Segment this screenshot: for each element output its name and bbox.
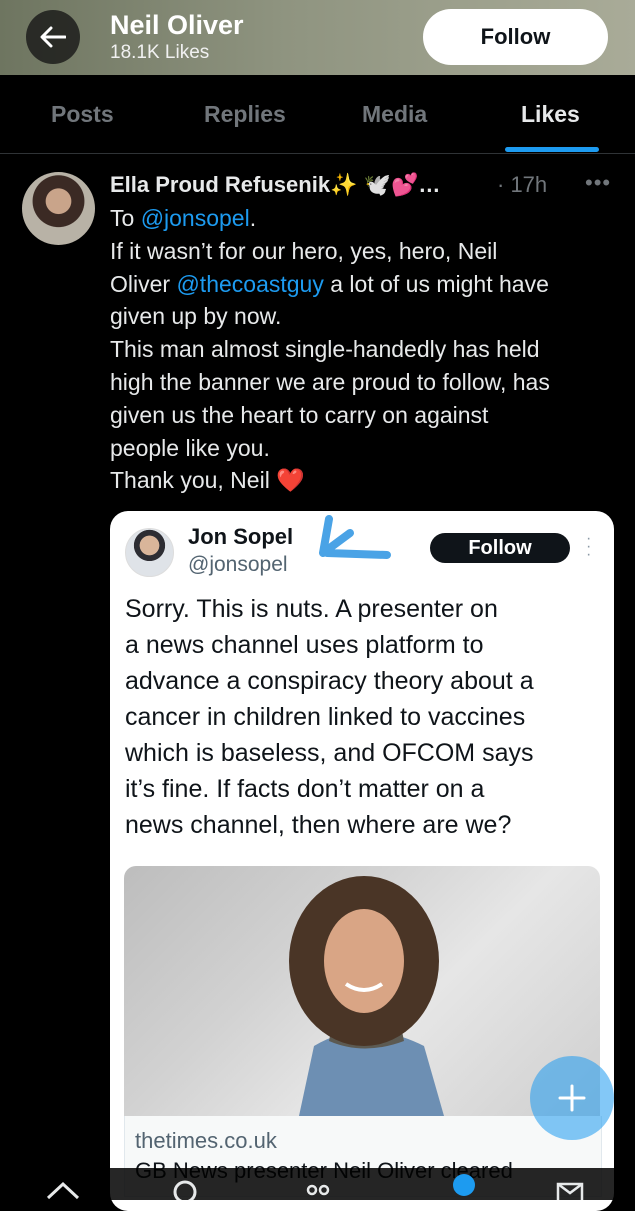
tweet-line: given us the heart to carry on against	[110, 401, 489, 428]
embedded-line: a news channel uses platform to	[125, 631, 484, 659]
follow-button[interactable]: Follow	[423, 9, 608, 65]
embedded-line: advance a conspiracy theory about a	[125, 667, 534, 695]
link-domain: thetimes.co.uk	[135, 1128, 277, 1153]
tab-posts[interactable]: Posts	[51, 101, 114, 128]
notifications-badge[interactable]	[453, 1174, 475, 1196]
tweet-text: To @jonsopel. If it wasn’t for our hero,…	[110, 202, 625, 497]
bottom-navigation	[0, 1168, 635, 1200]
plus-icon	[558, 1084, 586, 1112]
back-button[interactable]	[26, 10, 80, 64]
back-arrow-icon	[40, 26, 66, 48]
tweet-line: To @jonsopel.	[110, 202, 625, 235]
text-span: a lot of us might have	[323, 270, 549, 297]
messages-icon[interactable]	[555, 1180, 585, 1200]
tweet-line: This man almost single-handedly has held	[110, 336, 540, 363]
search-icon[interactable]	[170, 1180, 200, 1200]
text-span: To	[110, 205, 141, 231]
profile-header: Neil Oliver 18.1K Likes Follow	[0, 0, 635, 75]
tweet-timestamp[interactable]: · 17h	[497, 172, 547, 198]
author-name[interactable]: Ella Proud Refusenik✨ 🕊️💕…	[110, 172, 440, 198]
profile-tabs: Posts Replies Media Likes	[0, 75, 635, 154]
embedded-author-handle: @jonsopel	[188, 553, 288, 576]
embedded-line: it’s fine. If facts don’t matter on a	[125, 775, 485, 803]
embedded-line: cancer in children linked to vaccines	[125, 703, 526, 731]
arrow-annotation-icon	[319, 515, 391, 559]
text-span: .	[249, 205, 257, 231]
active-tab-indicator	[505, 147, 599, 152]
embedded-line: Sorry. This is nuts. A presenter on	[125, 595, 498, 623]
compose-button[interactable]	[530, 1056, 614, 1140]
text-span: Oliver	[110, 270, 177, 297]
tweet-line: given up by now.	[110, 303, 282, 330]
tweet-line: Thank you, Neil ❤️	[110, 467, 305, 494]
communities-icon[interactable]	[303, 1180, 333, 1200]
home-icon[interactable]	[45, 1180, 81, 1200]
tweet-line: people like you.	[110, 434, 270, 461]
embedded-author-name: Jon Sopel	[188, 524, 294, 549]
tweet-line: Oliver @thecoastguy a lot of us might ha…	[110, 268, 625, 301]
mention-link[interactable]: @thecoastguy	[176, 271, 323, 297]
embedded-follow-button: Follow	[430, 533, 570, 563]
article-photo	[124, 866, 600, 1116]
profile-name: Neil Oliver	[110, 10, 244, 40]
embedded-author-avatar	[125, 528, 174, 577]
embedded-line: which is baseless, and OFCOM says	[125, 739, 534, 767]
person-photo-illustration	[289, 876, 444, 1116]
tab-likes[interactable]: Likes	[521, 101, 580, 128]
author-avatar[interactable]	[22, 172, 95, 245]
mention-link[interactable]: @jonsopel	[141, 205, 250, 231]
embedded-tweet-text: Sorry. This is nuts. A presenter on a ne…	[125, 591, 605, 843]
likes-count: 18.1K Likes	[110, 42, 210, 63]
tab-media[interactable]: Media	[362, 101, 427, 128]
tweet-line: high the banner we are proud to follow, …	[110, 368, 550, 395]
embedded-line: news channel, then where are we?	[125, 811, 512, 839]
more-options-icon[interactable]: •••	[585, 170, 611, 196]
tweet-line: If it wasn’t for our hero, yes, hero, Ne…	[110, 237, 498, 264]
embedded-more-icon: · · ·	[586, 530, 592, 563]
tab-replies[interactable]: Replies	[204, 101, 286, 128]
